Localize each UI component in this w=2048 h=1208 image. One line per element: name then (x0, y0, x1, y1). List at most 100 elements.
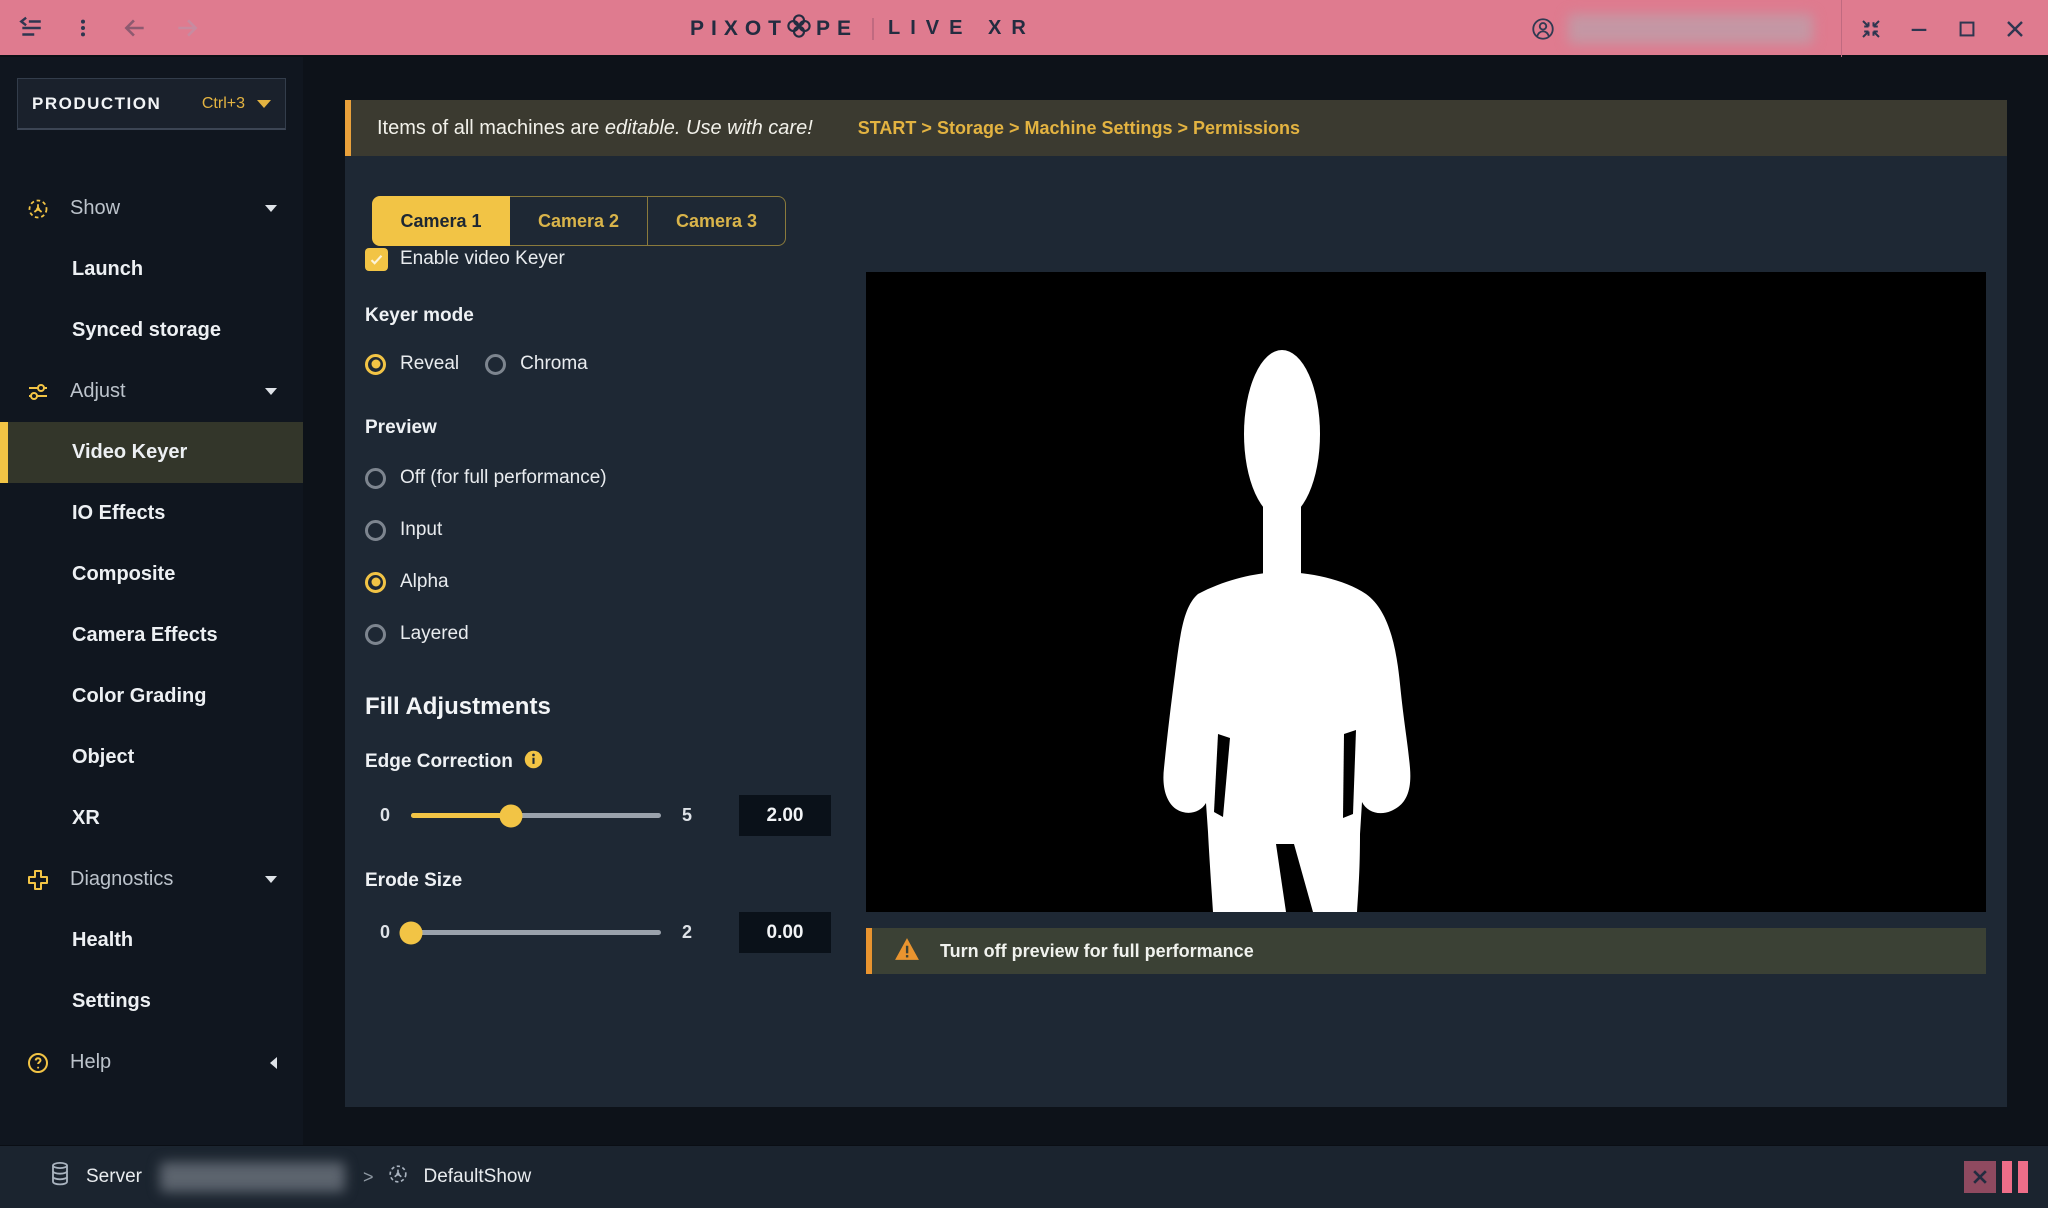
sidebar-item-label: Diagnostics (70, 868, 173, 891)
production-mode-label: PRODUCTION (32, 94, 161, 114)
production-mode-shortcut: Ctrl+3 (202, 95, 245, 113)
edge-correction-label: Edge Correction (365, 751, 513, 773)
info-icon[interactable] (523, 749, 544, 775)
diagnostics-cross-icon (26, 868, 50, 892)
radio-preview-alpha[interactable]: Alpha (365, 569, 845, 595)
fill-adjustments-heading: Fill Adjustments (365, 693, 845, 721)
sidebar-item-color-grading[interactable]: Color Grading (0, 666, 303, 727)
tab-camera-2[interactable]: Camera 2 (510, 196, 648, 246)
erode-size-value[interactable]: 0.00 (739, 912, 831, 953)
disconnect-icon[interactable] (1964, 1161, 1996, 1193)
sidebar-item-label: Adjust (70, 380, 126, 403)
sidebar-item-camera-effects[interactable]: Camera Effects (0, 605, 303, 666)
back-arrow-icon[interactable] (122, 15, 148, 41)
enable-video-keyer-checkbox[interactable] (365, 248, 388, 271)
user-account-icon[interactable] (1530, 16, 1556, 42)
sidebar-item-launch[interactable]: Launch (0, 239, 303, 300)
main-content-panel: Items of all machines are editable. Use … (345, 100, 2007, 1107)
sidebar-item-health[interactable]: Health (0, 910, 303, 971)
sidebar-item-label: Color Grading (72, 685, 206, 708)
radio-preview-input[interactable]: Input (365, 517, 845, 543)
tab-camera-3[interactable]: Camera 3 (648, 196, 786, 246)
status-bar-indicator (2002, 1161, 2012, 1193)
tab-camera-1[interactable]: Camera 1 (372, 196, 510, 246)
sidebar-item-show[interactable]: Show (0, 178, 303, 239)
performance-warning: Turn off preview for full performance (866, 928, 1986, 974)
chevron-down-icon (265, 388, 277, 395)
sidebar-item-label: Help (70, 1051, 111, 1074)
sidebar-item-synced-storage[interactable]: Synced storage (0, 300, 303, 361)
sidebar-item-label: Video Keyer (72, 441, 187, 464)
sidebar-item-label: Composite (72, 563, 175, 586)
resize-window-icon[interactable] (1858, 16, 1884, 42)
radio-chroma[interactable]: Chroma (485, 353, 588, 375)
chevron-right-icon: > (363, 1167, 374, 1188)
warning-triangle-icon (894, 937, 920, 966)
sidebar-item-label: Settings (72, 990, 151, 1013)
show-orbit-icon (387, 1163, 409, 1191)
forward-arrow-icon[interactable] (174, 15, 200, 41)
radio-button[interactable] (365, 520, 386, 541)
kebab-menu-icon[interactable] (70, 15, 96, 41)
radio-button[interactable] (365, 354, 386, 375)
status-bar-indicator (2018, 1161, 2028, 1193)
adjust-sliders-icon (26, 380, 50, 404)
edit-warning-banner: Items of all machines are editable. Use … (345, 100, 2007, 156)
sidebar-nav: Show Launch Synced storage Adjust Video … (0, 178, 303, 1093)
chevron-down-icon (257, 100, 271, 108)
sidebar-item-label: Synced storage (72, 319, 221, 342)
enable-video-keyer-row[interactable]: Enable video Keyer (365, 246, 845, 272)
maximize-icon[interactable] (1954, 16, 1980, 42)
radio-button[interactable] (485, 354, 506, 375)
slider-thumb[interactable] (500, 804, 523, 827)
chevron-down-icon (265, 205, 277, 212)
person-silhouette (866, 272, 1986, 912)
edge-correction-value[interactable]: 2.00 (739, 795, 831, 836)
app-logo: PIXOT PE LIVE XR (690, 0, 1036, 57)
sidebar-item-settings[interactable]: Settings (0, 971, 303, 1032)
breadcrumb[interactable]: START > Storage > Machine Settings > Per… (858, 118, 1300, 139)
sidebar-item-label: Object (72, 746, 134, 769)
sidebar-item-video-keyer[interactable]: Video Keyer (0, 422, 303, 483)
keyer-preview-column: Turn off preview for full performance (866, 272, 1986, 974)
camera-tabs: Camera 1 Camera 2 Camera 3 (372, 196, 786, 246)
preview-mode-label: Preview (365, 417, 845, 439)
collapse-menu-icon[interactable] (18, 15, 44, 41)
server-label: Server (86, 1166, 142, 1188)
sidebar-item-object[interactable]: Object (0, 727, 303, 788)
server-database-icon (48, 1161, 72, 1193)
sidebar-item-diagnostics[interactable]: Diagnostics (0, 849, 303, 910)
sidebar-item-composite[interactable]: Composite (0, 544, 303, 605)
radio-button[interactable] (365, 572, 386, 593)
sidebar-item-xr[interactable]: XR (0, 788, 303, 849)
minimize-icon[interactable] (1906, 16, 1932, 42)
sidebar-item-adjust[interactable]: Adjust (0, 361, 303, 422)
radio-button[interactable] (365, 624, 386, 645)
sidebar: PRODUCTION Ctrl+3 Show Launch Synced sto… (0, 57, 303, 1145)
current-show-name[interactable]: DefaultShow (423, 1166, 531, 1188)
sidebar-item-help[interactable]: Help (0, 1032, 303, 1093)
radio-preview-layered[interactable]: Layered (365, 621, 845, 647)
pixotope-knot-icon (784, 11, 814, 47)
sidebar-item-label: Launch (72, 258, 143, 281)
radio-button[interactable] (365, 468, 386, 489)
chevron-left-icon (270, 1057, 277, 1069)
erode-size-slider[interactable] (411, 930, 661, 935)
sidebar-item-io-effects[interactable]: IO Effects (0, 483, 303, 544)
statusbar: Server > DefaultShow (0, 1145, 2048, 1208)
logo-separator (872, 18, 874, 40)
server-name-redacted (160, 1162, 345, 1192)
radio-preview-off[interactable]: Off (for full performance) (365, 465, 845, 491)
chevron-down-icon (265, 876, 277, 883)
sidebar-item-label: XR (72, 807, 100, 830)
sidebar-item-label: Health (72, 929, 133, 952)
banner-message: Items of all machines are editable. Use … (377, 117, 813, 140)
close-window-icon[interactable] (2002, 16, 2028, 42)
show-icon (26, 197, 50, 221)
logo-text-post: PE (816, 17, 858, 41)
radio-reveal[interactable]: Reveal (365, 353, 459, 375)
slider-thumb[interactable] (400, 921, 423, 944)
edge-correction-slider[interactable] (411, 813, 661, 818)
sidebar-item-label: IO Effects (72, 502, 165, 525)
production-mode-dropdown[interactable]: PRODUCTION Ctrl+3 (17, 78, 286, 130)
